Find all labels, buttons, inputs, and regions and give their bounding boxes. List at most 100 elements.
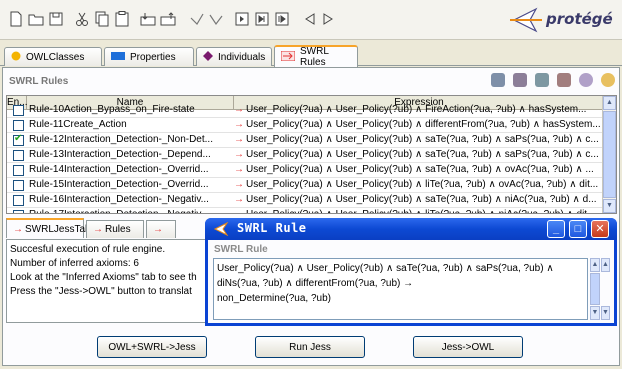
insert-icon[interactable] bbox=[140, 11, 156, 27]
rule-name: Rule-16Interaction_Detection-_Negativ... bbox=[29, 194, 209, 205]
tab-label: SWRL Rules bbox=[300, 46, 329, 68]
forward-arrow-icon[interactable] bbox=[320, 11, 336, 27]
jess-buttons: OWL+SWRL->Jess Run Jess Jess->OWL bbox=[3, 331, 619, 365]
rule-expression: → User_Policy(?ua) ∧ User_Policy(?ub) ∧ F… bbox=[234, 104, 604, 115]
new-file-icon[interactable] bbox=[8, 11, 24, 27]
rule-expression: → User_Policy(?ua) ∧ User_Policy(?ub) ∧ s… bbox=[234, 164, 604, 175]
minimize-button[interactable]: _ bbox=[547, 220, 565, 238]
run-jess-button[interactable]: Run Jess bbox=[255, 336, 365, 358]
rule-arrow-icon: → bbox=[234, 119, 244, 130]
redo-icon[interactable] bbox=[208, 11, 224, 27]
scroll-down-icon[interactable]: ▼ bbox=[590, 306, 600, 320]
rule-label: SWRL Rule bbox=[214, 244, 268, 255]
owl-to-jess-button[interactable]: OWL+SWRL->Jess bbox=[97, 336, 207, 358]
expression-text: User_Policy(?ua) ∧ User_Policy(?ub) ∧ sa… bbox=[246, 134, 599, 145]
rule-scrollbar[interactable]: ▲ ▼ ▲ ▼ bbox=[590, 258, 610, 320]
rule-line: diNs(?ua, ?ub) ∧ differentFrom(?ua, ?ub)… bbox=[217, 278, 414, 289]
table-row[interactable]: Rule-11Create_Action → User_Policy(?ua) ∧ … bbox=[7, 118, 604, 133]
scroll-up-icon[interactable]: ▲ bbox=[603, 96, 616, 110]
tab-label: SWRLJessTab bbox=[25, 223, 91, 235]
open-folder-icon[interactable] bbox=[28, 11, 44, 27]
undo-icon[interactable] bbox=[188, 11, 204, 27]
rule-arrow-icon: → bbox=[93, 224, 103, 235]
enabled-checkbox[interactable] bbox=[13, 165, 24, 176]
expression-text: User_Policy(?ua) ∧ User_Policy(?ub) ∧ li… bbox=[246, 209, 595, 213]
table-scrollbar[interactable]: ▲ ▼ bbox=[602, 96, 616, 213]
table-row[interactable]: Rule-12Interaction_Detection-_Non-Det...… bbox=[7, 133, 604, 148]
delete-rule-icon[interactable] bbox=[557, 73, 571, 87]
paste-icon[interactable] bbox=[114, 11, 130, 27]
enabled-checkbox[interactable] bbox=[13, 180, 24, 191]
window-body: SWRL Rule User_Policy(?ua) ∧ User_Policy… bbox=[208, 240, 614, 323]
cut-icon[interactable] bbox=[74, 11, 90, 27]
window-titlebar[interactable]: SWRL Rule _ □ ✕ bbox=[205, 218, 617, 240]
scroll-down-icon[interactable]: ▼ bbox=[603, 199, 616, 213]
tab-properties[interactable]: Properties bbox=[104, 47, 194, 66]
enabled-checkbox[interactable] bbox=[13, 105, 24, 116]
scroll-thumb[interactable] bbox=[590, 273, 600, 305]
enabled-checkbox[interactable] bbox=[13, 133, 24, 146]
jess-to-owl-button[interactable]: Jess->OWL bbox=[413, 336, 523, 358]
rule-text-area[interactable]: User_Policy(?ua) ∧ User_Policy(?ub) ∧ sa… bbox=[213, 258, 588, 320]
close-button[interactable]: ✕ bbox=[591, 220, 609, 238]
table-row[interactable]: Rule-16Interaction_Detection-_Negativ...… bbox=[7, 193, 604, 208]
save-icon[interactable] bbox=[48, 11, 64, 27]
rule-expression: → User_Policy(?ua) ∧ User_Policy(?ub) ∧ s… bbox=[234, 149, 604, 160]
table-row[interactable]: Rule-13Interaction_Detection-_Depend... →… bbox=[7, 148, 604, 163]
play-icon[interactable] bbox=[234, 11, 250, 27]
tab-swrljesstab[interactable]: → SWRLJessTab bbox=[6, 218, 91, 238]
rules-header: SWRL Rules bbox=[3, 68, 619, 94]
copy-icon[interactable] bbox=[94, 11, 110, 27]
rule-expression: → User_Policy(?ua) ∧ User_Policy(?ub) ∧ s… bbox=[234, 134, 604, 145]
output-line: Press the "Jess->OWL" button to translat bbox=[10, 286, 192, 297]
scroll-down-icon[interactable]: ▼ bbox=[601, 306, 610, 320]
back-arrow-icon[interactable] bbox=[302, 11, 318, 27]
export-icon[interactable] bbox=[160, 11, 176, 27]
rule-arrow-icon: → bbox=[234, 149, 244, 160]
rule-name: Rule-14Interaction_Detection-_Overrid... bbox=[29, 164, 209, 175]
tab-rules[interactable]: → Rules bbox=[86, 220, 144, 238]
rule-name: Rule-15Interaction_Detection-_Overrid... bbox=[29, 179, 209, 190]
tab-swrl-rules[interactable]: SWRL Rules bbox=[274, 45, 358, 68]
tab-label: Individuals bbox=[218, 51, 266, 63]
main-toolbar: protégé bbox=[0, 0, 622, 40]
add-rule-icon[interactable] bbox=[535, 73, 549, 87]
rule-line: User_Policy(?ua) ∧ User_Policy(?ub) ∧ sa… bbox=[217, 263, 554, 274]
rule-line: non_Determine(?ua, ?ub) bbox=[217, 293, 331, 304]
edit-rule-icon[interactable] bbox=[513, 73, 527, 87]
table-row[interactable]: Rule-15Interaction_Detection-_Overrid...… bbox=[7, 178, 604, 193]
table-row[interactable]: Rule-14Interaction_Detection-_Overrid...… bbox=[7, 163, 604, 178]
panel-title: SWRL Rules bbox=[9, 76, 69, 87]
expression-text: User_Policy(?ua) ∧ User_Policy(?ub) ∧ di… bbox=[246, 119, 601, 130]
create-rule-icon[interactable] bbox=[491, 73, 505, 87]
scroll-up-icon[interactable]: ▲ bbox=[601, 258, 610, 272]
enabled-checkbox[interactable] bbox=[13, 210, 24, 213]
tab-individuals[interactable]: Individuals bbox=[196, 47, 272, 66]
tab-more[interactable]: → bbox=[146, 220, 176, 238]
rules-table: En... Name Expression Rule-10Action_Bypa… bbox=[6, 95, 617, 214]
sq-icon[interactable] bbox=[579, 73, 593, 87]
rectangle-icon bbox=[111, 51, 125, 63]
jess-icon[interactable] bbox=[601, 73, 615, 87]
tab-owlclasses[interactable]: OWLClasses bbox=[4, 47, 102, 66]
scroll-up-icon[interactable]: ▲ bbox=[590, 258, 600, 272]
table-row[interactable]: Rule-10Action_Bypass_on_Fire-state → User_… bbox=[7, 103, 604, 118]
enabled-checkbox[interactable] bbox=[13, 150, 24, 161]
expression-text: User_Policy(?ua) ∧ User_Policy(?ub) ∧ sa… bbox=[246, 194, 597, 205]
table-row[interactable]: Rule-17Interaction_Detection-_Negativ...… bbox=[7, 208, 604, 213]
scroll-thumb[interactable] bbox=[603, 111, 616, 198]
step-icon[interactable] bbox=[254, 11, 270, 27]
protege-logo: protégé bbox=[506, 6, 616, 34]
rule-arrow-icon: → bbox=[153, 224, 163, 235]
tab-label: Properties bbox=[130, 51, 176, 63]
forward-icon[interactable] bbox=[274, 11, 290, 27]
window-icon bbox=[213, 221, 229, 239]
rule-name: Rule-10Action_Bypass_on_Fire-state bbox=[29, 104, 195, 115]
enabled-checkbox[interactable] bbox=[13, 120, 24, 131]
rule-arrow-icon: → bbox=[234, 164, 244, 175]
output-line: Succesful execution of rule engine. bbox=[10, 244, 166, 255]
swrl-rule-window: SWRL Rule _ □ ✕ SWRL Rule User_Policy(?u… bbox=[205, 218, 617, 326]
maximize-button[interactable]: □ bbox=[569, 220, 587, 238]
rule-expression: →User_Policy(?ua) ∧ User_Policy(?ub) ∧ l… bbox=[234, 179, 604, 190]
enabled-checkbox[interactable] bbox=[13, 195, 24, 206]
